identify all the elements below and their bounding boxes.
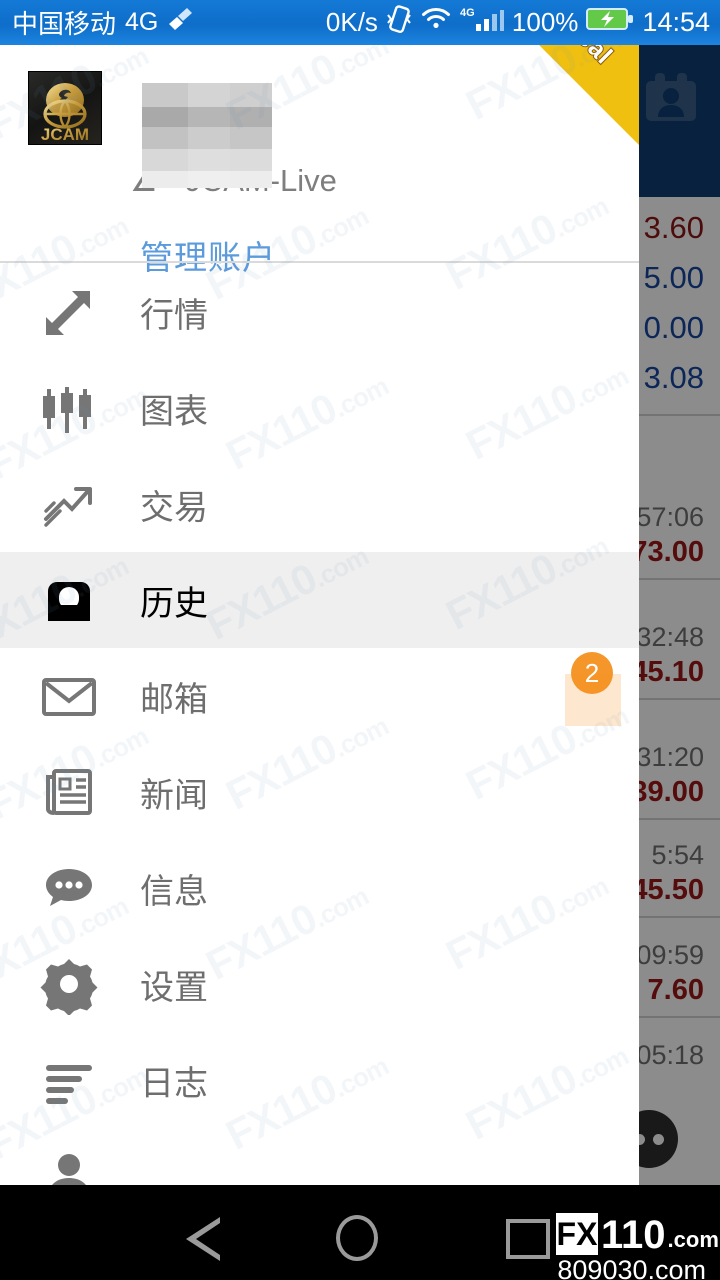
broom-icon [167,6,195,39]
menu-item-label: 行情 [140,295,208,336]
carrier-label: 中国移动 [12,9,117,39]
news-paper-icon [30,756,108,828]
menu-item-label: 新闻 [140,775,208,816]
mailbox-envelope-icon [30,660,108,732]
journal-lines-icon [30,1044,108,1116]
menu-item-label: 图表 [140,391,208,432]
svg-text:JCAM: JCAM [41,125,89,144]
menu-item-quotes[interactable]: 行情 [0,264,639,360]
menu-item-settings[interactable]: 设置 [0,936,639,1032]
menu-item-journal[interactable]: 日志 [0,1032,639,1128]
candlestick-chart-icon [30,372,108,444]
nav-home-icon[interactable] [336,1215,378,1261]
battery-charging-icon [586,6,634,39]
battery-percent-label: 100% [511,7,579,37]
menu-item-label: 日志 [140,1063,208,1104]
menu-item-trade[interactable]: 交易 [0,456,639,552]
source-url-label: 809030.com [557,1255,706,1280]
svg-text:4G: 4G [460,7,475,19]
menu-item-messages[interactable]: 信息 [0,840,639,936]
messages-chat-icon [30,852,108,924]
header-divider [0,261,639,263]
quotes-arrows-icon [30,276,108,348]
nav-back-icon-inner [196,1223,220,1255]
navigation-drawer: JCAM ∠ - JCAM-Live 管理账户 Real [0,45,639,1185]
menu-item-label: 历史 [140,583,208,624]
mailbox-unread-badge: 2 [571,652,613,694]
drawer-menu: 行情 图表 交易 历史 邮箱 2 新闻 信息 设置 日志 [0,264,639,1185]
settings-gear-icon [30,948,108,1020]
menu-item-label: 设置 [140,967,208,1008]
menu-item-history[interactable]: 历史 [0,552,639,648]
fx-logo-mark: FX [556,1213,598,1255]
menu-item-accounts[interactable] [0,1128,639,1185]
menu-item-label: 信息 [140,871,208,912]
menu-item-news[interactable]: 新闻 [0,744,639,840]
clock-label: 14:54 [642,7,710,37]
wifi-icon [420,6,452,39]
menu-item-label: 交易 [140,487,208,528]
jcam-logo: JCAM [28,71,102,145]
account-name-censored [142,83,272,188]
drawer-header: JCAM ∠ - JCAM-Live 管理账户 Real [0,45,639,276]
history-inbox-icon [30,564,108,636]
vibrate-icon [386,5,412,40]
menu-item-mailbox[interactable]: 邮箱 2 [0,648,639,744]
fx-logo-tld: .com [667,1227,719,1252]
nav-recents-icon[interactable] [506,1219,550,1259]
status-bar: 中国移动 4G 0K/s 4G 100% 14:54 [0,0,720,45]
network-type-label: 4G [125,8,159,36]
menu-item-charts[interactable]: 图表 [0,360,639,456]
accounts-person-icon [30,1140,108,1185]
android-nav-bar: FX 110 .com 809030.com [0,1185,720,1280]
data-speed-label: 0K/s [325,7,378,37]
menu-item-label: 邮箱 [140,679,208,720]
signal-bars-icon: 4G [460,5,505,40]
trade-trending-icon [30,468,108,540]
real-account-ribbon: Real [539,45,639,145]
fx110-logo: FX 110 .com [556,1213,719,1255]
fx-logo-number: 110 [601,1213,666,1257]
